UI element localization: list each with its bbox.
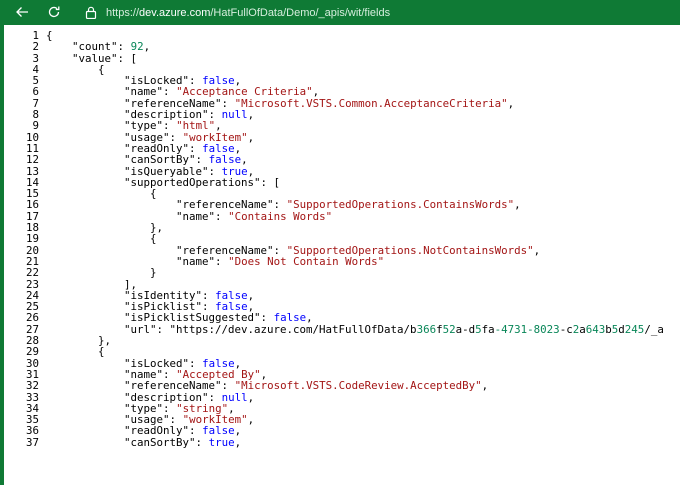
line-number: 36: [25, 424, 39, 438]
json-code: 1{2 "count": 92, 3 "value": [4 {5 "isLock…: [4, 30, 664, 448]
line-number: 29: [25, 345, 39, 359]
arrow-left-icon: [15, 5, 29, 19]
url-path: /HatFullOfData/Demo/_apis/wit/fields: [210, 6, 391, 19]
line-number: 2: [32, 40, 39, 54]
address-bar[interactable]: https://dev.azure.com/HatFullOfData/Demo…: [84, 0, 390, 25]
back-button[interactable]: [12, 2, 32, 22]
json-viewer[interactable]: 1{2 "count": 92, 3 "value": [4 {5 "isLock…: [4, 25, 680, 485]
line-number: 9: [32, 119, 39, 133]
code-line: 37 "canSortBy": true,: [4, 435, 664, 449]
line-number: 37: [25, 435, 39, 449]
line-text: "url": "https://dev.azure.com/HatFullOfD…: [124, 322, 664, 336]
line-number: 32: [25, 379, 39, 393]
line-number: 19: [25, 232, 39, 246]
refresh-icon: [47, 5, 61, 19]
line-text: "canSortBy": true,: [124, 435, 242, 449]
line-number: 12: [25, 153, 39, 167]
refresh-button[interactable]: [44, 2, 64, 22]
url-host: dev.azure.com: [139, 6, 211, 19]
browser-toolbar: https://dev.azure.com/HatFullOfData/Demo…: [0, 0, 680, 25]
lock-icon: [84, 6, 98, 20]
url-scheme: https://: [106, 6, 140, 19]
line-number: 22: [25, 266, 39, 280]
